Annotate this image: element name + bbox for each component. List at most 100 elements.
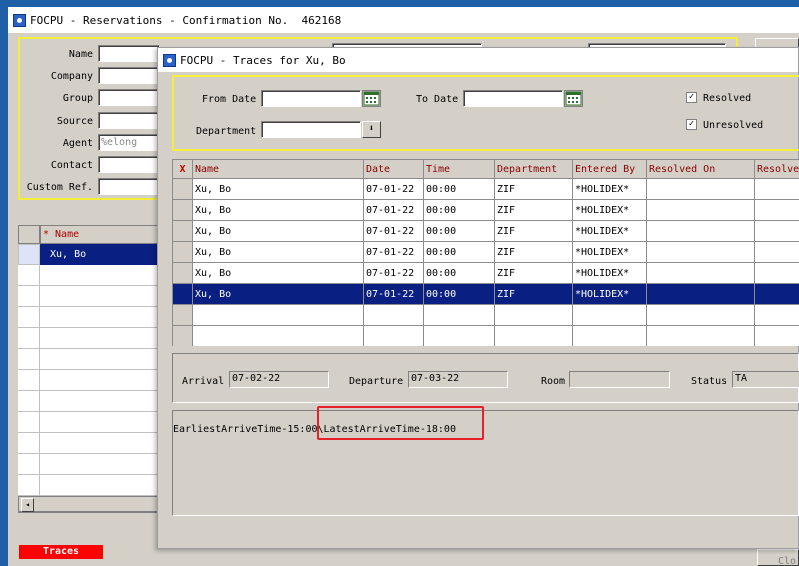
to-date-calendar-button[interactable]	[564, 90, 583, 107]
row-selector[interactable]	[172, 199, 193, 221]
trace-cell[interactable]	[754, 325, 799, 346]
department-field[interactable]	[261, 121, 361, 138]
trace-cell[interactable]: 00:00	[423, 220, 495, 242]
trace-cell[interactable]: 07-01-22	[363, 178, 424, 200]
trace-row[interactable]: Xu, Bo 07-01-22 00:00 ZIF *HOLIDEX*	[172, 283, 799, 305]
trace-cell[interactable]	[192, 325, 364, 346]
trace-cell[interactable]	[754, 304, 799, 326]
trace-cell[interactable]	[754, 262, 799, 284]
trace-cell[interactable]: ZIF	[494, 199, 573, 221]
from-date-field[interactable]	[261, 90, 361, 107]
trace-cell[interactable]: Xu, Bo	[192, 241, 364, 263]
trace-cell[interactable]: 00:00	[423, 262, 495, 284]
column-header-date[interactable]: Date	[363, 159, 424, 179]
trace-cell[interactable]: Xu, Bo	[192, 283, 364, 305]
column-header-resolved-by[interactable]: Resolve	[754, 159, 799, 179]
contact-field[interactable]	[98, 156, 160, 173]
guest-list-item[interactable]: Xu, Bo	[40, 244, 158, 265]
trace-cell[interactable]: 07-01-22	[363, 220, 424, 242]
row-selector[interactable]	[172, 178, 193, 200]
trace-cell[interactable]: 07-01-22	[363, 283, 424, 305]
custom-ref-field[interactable]	[98, 178, 160, 195]
group-field[interactable]	[98, 89, 160, 106]
to-date-field[interactable]	[463, 90, 563, 107]
trace-cell[interactable]: 00:00	[423, 199, 495, 221]
trace-cell[interactable]	[754, 199, 799, 221]
row-selector[interactable]	[172, 241, 193, 263]
trace-cell[interactable]: ZIF	[494, 220, 573, 242]
trace-cell[interactable]: 00:00	[423, 283, 495, 305]
column-header-time[interactable]: Time	[423, 159, 495, 179]
trace-cell[interactable]	[754, 241, 799, 263]
unresolved-checkbox[interactable]: ✓	[686, 119, 697, 130]
trace-cell[interactable]	[646, 304, 755, 326]
trace-cell[interactable]: *HOLIDEX*	[572, 241, 647, 263]
guest-list-header-name[interactable]: * Name	[40, 225, 158, 244]
trace-row[interactable]	[172, 304, 799, 326]
trace-cell[interactable]: *HOLIDEX*	[572, 178, 647, 200]
resolved-checkbox[interactable]: ✓	[686, 92, 697, 103]
trace-cell[interactable]	[754, 283, 799, 305]
trace-row[interactable]: Xu, Bo 07-01-22 00:00 ZIF *HOLIDEX*	[172, 262, 799, 284]
column-header-entered-by[interactable]: Entered By	[572, 159, 647, 179]
trace-cell[interactable]: ZIF	[494, 262, 573, 284]
reservations-titlebar[interactable]: FOCPU - Reservations - Confirmation No. …	[8, 7, 799, 33]
row-selector[interactable]	[172, 283, 193, 305]
traces-button[interactable]: Traces	[19, 545, 103, 559]
trace-cell[interactable]	[572, 304, 647, 326]
scroll-left-icon[interactable]: ◂	[21, 498, 34, 512]
trace-cell[interactable]: ZIF	[494, 283, 573, 305]
trace-cell[interactable]	[646, 325, 755, 346]
trace-cell[interactable]: 07-01-22	[363, 262, 424, 284]
trace-cell[interactable]	[192, 304, 364, 326]
trace-row[interactable]: Xu, Bo 07-01-22 00:00 ZIF *HOLIDEX*	[172, 199, 799, 221]
trace-row[interactable]: Xu, Bo 07-01-22 00:00 ZIF *HOLIDEX*	[172, 241, 799, 263]
row-selector[interactable]	[172, 262, 193, 284]
source-field[interactable]	[98, 112, 160, 129]
row-selector[interactable]	[172, 325, 193, 346]
column-header-x[interactable]: X	[172, 159, 193, 179]
trace-row[interactable]: Xu, Bo 07-01-22 00:00 ZIF *HOLIDEX*	[172, 178, 799, 200]
trace-cell[interactable]	[646, 220, 755, 242]
trace-cell[interactable]: ZIF	[494, 178, 573, 200]
trace-cell[interactable]	[363, 304, 424, 326]
trace-cell[interactable]	[646, 199, 755, 221]
row-selector[interactable]	[172, 220, 193, 242]
trace-cell[interactable]: Xu, Bo	[192, 199, 364, 221]
trace-cell[interactable]	[646, 283, 755, 305]
traces-titlebar[interactable]: FOCPU - Traces for Xu, Bo	[158, 48, 798, 72]
company-field[interactable]	[98, 67, 160, 84]
trace-cell[interactable]: 00:00	[423, 241, 495, 263]
trace-cell[interactable]: ZIF	[494, 241, 573, 263]
close-button[interactable]: Clo	[757, 549, 799, 566]
trace-cell[interactable]: 07-01-22	[363, 241, 424, 263]
trace-cell[interactable]: *HOLIDEX*	[572, 220, 647, 242]
department-dropdown-button[interactable]: ⬇	[362, 121, 381, 138]
trace-row[interactable]	[172, 325, 799, 346]
trace-cell[interactable]	[494, 325, 573, 346]
trace-cell[interactable]: *HOLIDEX*	[572, 262, 647, 284]
trace-cell[interactable]	[494, 304, 573, 326]
trace-cell[interactable]	[646, 262, 755, 284]
from-date-calendar-button[interactable]	[362, 90, 381, 107]
guest-list-hscrollbar[interactable]: ◂	[18, 496, 158, 512]
trace-cell[interactable]: *HOLIDEX*	[572, 199, 647, 221]
trace-cell[interactable]: 00:00	[423, 178, 495, 200]
column-header-department[interactable]: Department	[494, 159, 573, 179]
row-selector[interactable]	[172, 304, 193, 326]
trace-cell[interactable]	[423, 325, 495, 346]
trace-text-area[interactable]: EarliestArriveTime-15:00\LatestArriveTim…	[172, 410, 799, 516]
trace-cell[interactable]	[363, 325, 424, 346]
column-header-resolved-on[interactable]: Resolved On	[646, 159, 755, 179]
trace-cell[interactable]: Xu, Bo	[192, 262, 364, 284]
trace-cell[interactable]	[754, 178, 799, 200]
trace-cell[interactable]: Xu, Bo	[192, 178, 364, 200]
trace-cell[interactable]	[572, 325, 647, 346]
unresolved-label[interactable]: Unresolved	[703, 120, 763, 131]
trace-cell[interactable]	[646, 178, 755, 200]
trace-row[interactable]: Xu, Bo 07-01-22 00:00 ZIF *HOLIDEX*	[172, 220, 799, 242]
guest-row-selector[interactable]	[18, 244, 40, 265]
trace-cell[interactable]: 07-01-22	[363, 199, 424, 221]
name-field[interactable]	[98, 45, 160, 62]
trace-cell[interactable]	[423, 304, 495, 326]
